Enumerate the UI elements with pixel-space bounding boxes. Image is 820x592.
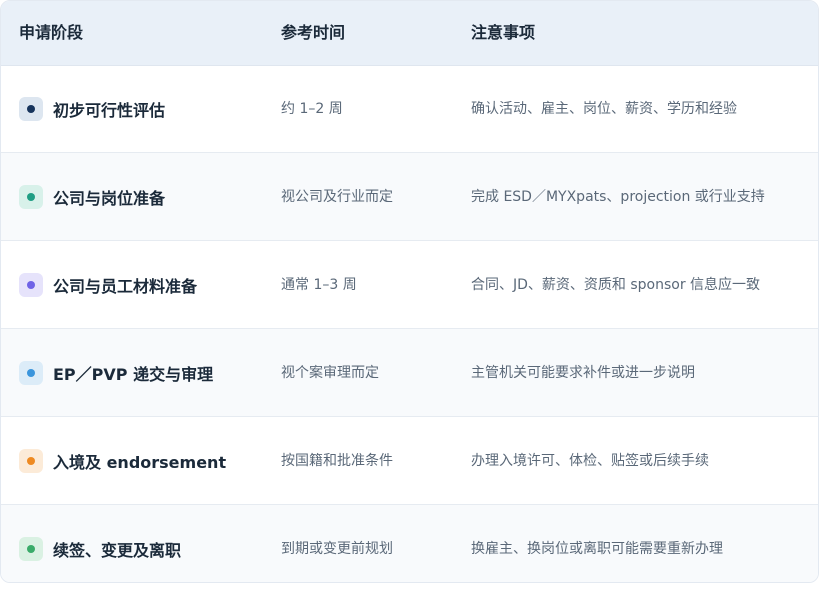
table-row: 续签、变更及离职 到期或变更前规划 换雇主、换岗位或离职可能需要重新办理: [1, 505, 818, 582]
stage-cell: 初步可行性评估: [19, 65, 165, 153]
header-time: 参考时间: [281, 23, 346, 42]
notes: 确认活动、雇主、岗位、薪资、学历和经验: [471, 101, 737, 117]
stage-cell: 续签、变更及离职: [19, 505, 182, 582]
header-notes: 注意事项: [471, 23, 536, 42]
status-dot-icon: [19, 185, 43, 209]
reference-time: 视个案审理而定: [281, 365, 379, 381]
reference-time: 按国籍和批准条件: [281, 453, 393, 469]
reference-time: 约 1–2 周: [281, 101, 343, 117]
table-row: 公司与员工材料准备 通常 1–3 周 合同、JD、薪资、资质和 sponsor …: [1, 241, 818, 329]
stage-name: 初步可行性评估: [53, 101, 166, 120]
stage-cell: 公司与员工材料准备: [19, 241, 197, 329]
stage-name: 入境及 endorsement: [53, 453, 227, 472]
notes: 完成 ESD／MYXpats、projection 或行业支持: [471, 189, 765, 205]
notes: 合同、JD、薪资、资质和 sponsor 信息应一致: [471, 277, 761, 293]
status-dot-icon: [19, 449, 43, 473]
status-dot-icon: [19, 273, 43, 297]
table-row: 初步可行性评估 约 1–2 周 确认活动、雇主、岗位、薪资、学历和经验: [1, 65, 818, 153]
table-row: 入境及 endorsement 按国籍和批准条件 办理入境许可、体检、贴签或后续…: [1, 417, 818, 505]
stage-cell: 公司与岗位准备: [19, 153, 165, 241]
stage-cell: 入境及 endorsement: [19, 417, 226, 505]
status-dot-icon: [19, 97, 43, 121]
notes: 换雇主、换岗位或离职可能需要重新办理: [471, 541, 723, 557]
application-stage-table: 申请阶段 参考时间 注意事项 初步可行性评估 约 1–2 周 确认活动、雇主、岗…: [0, 0, 819, 583]
stage-name: 公司与岗位准备: [53, 189, 166, 208]
table-row: 公司与岗位准备 视公司及行业而定 完成 ESD／MYXpats、projecti…: [1, 153, 818, 241]
notes: 主管机关可能要求补件或进一步说明: [471, 365, 695, 381]
status-dot-icon: [19, 537, 43, 561]
notes: 办理入境许可、体检、贴签或后续手续: [471, 453, 709, 469]
stage-name: EP／PVP 递交与审理: [53, 365, 214, 384]
reference-time: 通常 1–3 周: [281, 277, 357, 293]
header-stage: 申请阶段: [19, 23, 84, 42]
table-row: EP／PVP 递交与审理 视个案审理而定 主管机关可能要求补件或进一步说明: [1, 329, 818, 417]
status-dot-icon: [19, 361, 43, 385]
reference-time: 到期或变更前规划: [281, 541, 393, 557]
table-header-row: 申请阶段 参考时间 注意事项: [1, 1, 818, 66]
stage-name: 公司与员工材料准备: [53, 277, 198, 296]
stage-name: 续签、变更及离职: [53, 541, 182, 560]
stage-cell: EP／PVP 递交与审理: [19, 329, 213, 417]
reference-time: 视公司及行业而定: [281, 189, 393, 205]
